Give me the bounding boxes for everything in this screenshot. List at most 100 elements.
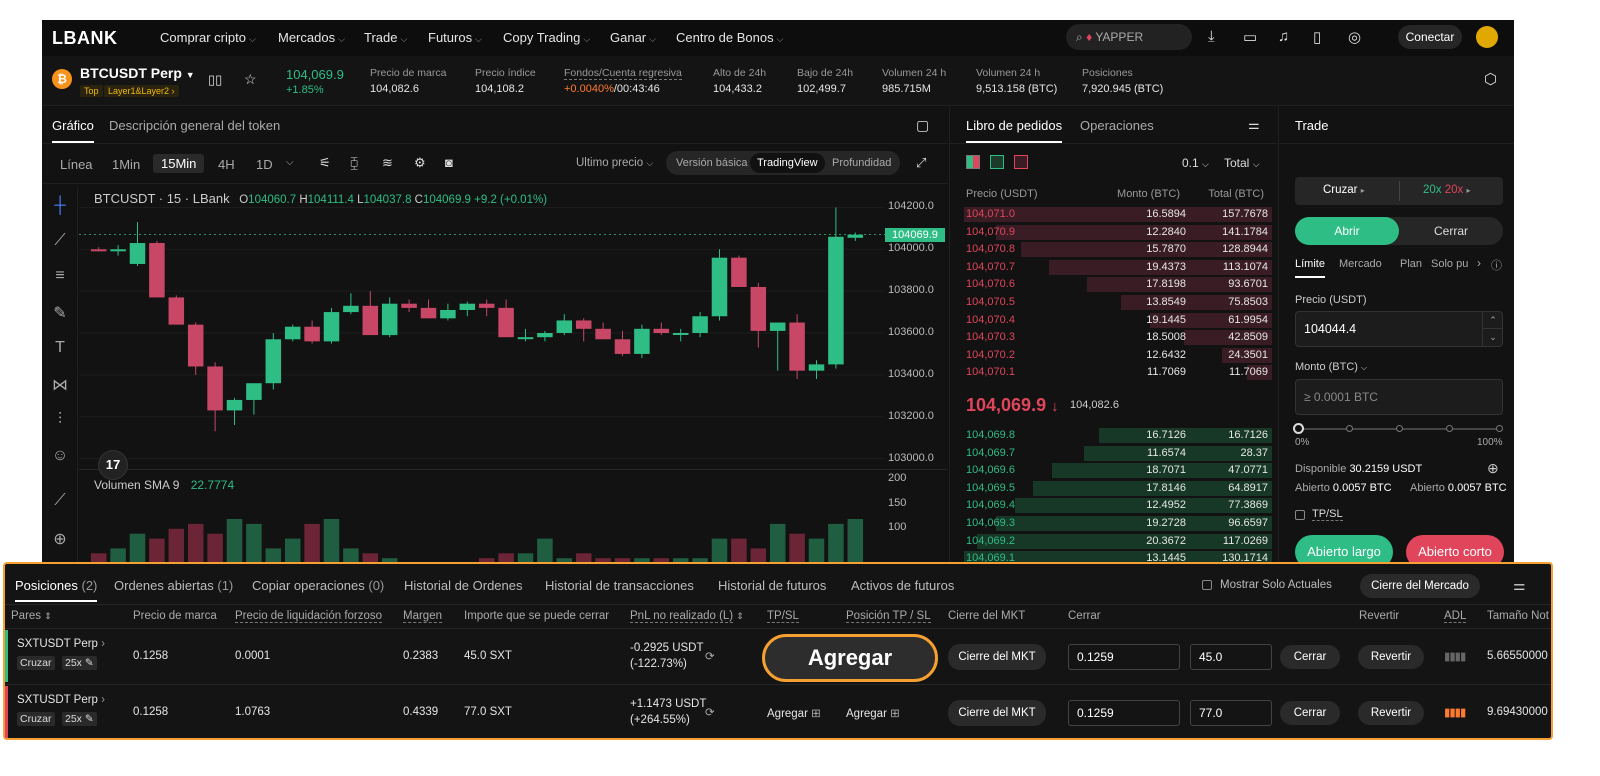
share-icon[interactable]: ⟳: [705, 649, 715, 663]
candle[interactable]: [634, 328, 650, 354]
bell-icon[interactable]: ♫: [1278, 28, 1289, 45]
brush-icon[interactable]: ✎: [50, 303, 70, 323]
stat-label[interactable]: Fondos/Cuenta regresiva: [564, 67, 682, 80]
agregar-callout[interactable]: Agregar: [762, 634, 938, 682]
tab-historial-transacciones[interactable]: Historial de transacciones: [545, 578, 694, 593]
candle[interactable]: [207, 366, 223, 411]
candle[interactable]: [672, 333, 689, 335]
candle[interactable]: [828, 236, 844, 365]
ask-row[interactable]: 104,070.3 18.5008 42.8509: [958, 329, 1272, 346]
tf-1min[interactable]: 1Min: [112, 157, 140, 172]
globe-icon[interactable]: ◎: [1348, 28, 1361, 46]
mode-tradingview[interactable]: TradingView: [750, 153, 825, 173]
candle[interactable]: [731, 257, 747, 287]
filter-settings-icon[interactable]: ⚌: [1513, 577, 1526, 594]
row-pair[interactable]: SXTUSDT Perp ›: [17, 638, 105, 650]
bid-row[interactable]: 104,069.4 12.4952 77.3869: [958, 497, 1272, 514]
price-down-icon[interactable]: ⌄: [1482, 329, 1503, 346]
ordertype-post-only[interactable]: Solo pu: [1431, 258, 1475, 270]
candle-type-icon[interactable]: ⧮: [350, 155, 358, 171]
slider-stop[interactable]: [1496, 425, 1503, 432]
avatar[interactable]: [1476, 26, 1498, 48]
ordertype-market[interactable]: Mercado: [1339, 258, 1382, 270]
star-icon[interactable]: ☆: [244, 71, 257, 88]
slider-stop[interactable]: [1346, 425, 1353, 432]
tf-15min[interactable]: 15Min: [153, 154, 205, 173]
chevron-right-icon[interactable]: ›: [1477, 256, 1481, 270]
ask-row[interactable]: 104,070.5 13.8549 75.8503: [958, 294, 1272, 311]
indicator-icon[interactable]: ⚟: [319, 155, 331, 171]
precision-select[interactable]: 0.1 ⌵: [1182, 156, 1209, 170]
total-select[interactable]: Total ⌵: [1224, 156, 1260, 170]
measure-lines-icon[interactable]: ⫶: [50, 411, 70, 429]
nav-ganar[interactable]: Ganar ⌵: [610, 30, 656, 45]
candle[interactable]: [847, 234, 864, 238]
book-icon[interactable]: ▯▯: [208, 72, 222, 88]
nav-centro-bonos[interactable]: Centro de Bonos ⌵: [676, 30, 783, 45]
ask-row[interactable]: 104,070.2 12.6432 24.3501: [958, 347, 1272, 364]
candle[interactable]: [401, 303, 417, 308]
price-up-icon[interactable]: ⌃: [1482, 312, 1503, 329]
pattern-icon[interactable]: ⋈: [50, 375, 70, 395]
row-market-close-button[interactable]: Cierre del MKT: [948, 644, 1046, 670]
tf-linea[interactable]: Línea: [60, 157, 93, 172]
leverage-button[interactable]: 20x 20x ▸: [1423, 184, 1471, 196]
search-input[interactable]: ⌕ ♦ YAPPER: [1066, 24, 1192, 50]
tab-historial-futuros[interactable]: Historial de futuros: [718, 578, 826, 593]
row-close-qty-input[interactable]: 45.0: [1190, 644, 1272, 670]
nav-mercados[interactable]: Mercados ⌵: [278, 30, 345, 45]
mode-basic[interactable]: Versión básica: [676, 157, 748, 169]
ask-row[interactable]: 104,070.4 19.1445 61.9954: [958, 312, 1272, 329]
tf-1d[interactable]: 1D: [256, 157, 273, 172]
candle[interactable]: [692, 316, 708, 333]
candle[interactable]: [168, 297, 185, 325]
view-both-icon[interactable]: [966, 155, 980, 169]
ask-row[interactable]: 104,070.1 11.7069 11.7069: [958, 364, 1272, 381]
row-close-price-input[interactable]: 0.1259: [1068, 644, 1180, 670]
slider-handle[interactable]: [1293, 423, 1304, 434]
row-close-qty-input[interactable]: 77.0: [1190, 700, 1272, 726]
row-margin-mode[interactable]: Cruzar: [17, 656, 55, 670]
share-icon[interactable]: ⟳: [705, 705, 715, 719]
tab-operaciones[interactable]: Operaciones: [1080, 118, 1154, 133]
row-close-price-input[interactable]: 0.1259: [1068, 700, 1180, 726]
candle[interactable]: [769, 322, 786, 331]
row-leverage[interactable]: 25x ✎: [62, 656, 97, 670]
row-revert-button[interactable]: Revertir: [1358, 645, 1424, 669]
nav-comprar[interactable]: Comprar cripto ⌵: [160, 30, 256, 45]
app-download-icon[interactable]: ▯: [1313, 28, 1321, 46]
bid-row[interactable]: 104,069.3 19.2728 96.6597: [958, 515, 1272, 532]
connect-button[interactable]: Conectar: [1398, 25, 1462, 49]
candle[interactable]: [808, 364, 825, 371]
candle[interactable]: [246, 383, 262, 400]
market-close-all-button[interactable]: Cierre del Mercado: [1360, 574, 1480, 598]
candle[interactable]: [323, 312, 340, 342]
open-tab[interactable]: Abrir: [1295, 217, 1399, 245]
hlines-icon[interactable]: ≡: [50, 267, 70, 285]
tab-copiar-operaciones[interactable]: Copiar operaciones (0): [252, 578, 384, 593]
wallet-icon[interactable]: ▭: [1243, 28, 1257, 46]
candle[interactable]: [381, 303, 398, 336]
bid-row[interactable]: 104,069.6 18.7071 47.0771: [958, 462, 1272, 479]
emoji-icon[interactable]: ☺: [50, 447, 70, 465]
bid-row[interactable]: 104,069.8 16.7126 16.7126: [958, 427, 1272, 444]
row-revert-button[interactable]: Revertir: [1358, 701, 1424, 725]
trendline-icon[interactable]: ⟋: [50, 232, 70, 250]
nav-copy-trading[interactable]: Copy Trading ⌵: [503, 30, 590, 45]
candle[interactable]: [149, 243, 165, 298]
ask-row[interactable]: 104,070.9 12.2840 141.1784: [958, 224, 1272, 241]
view-asks-icon[interactable]: [1014, 155, 1028, 169]
tab-historial-ordenes[interactable]: Historial de Ordenes: [404, 578, 523, 593]
view-bids-icon[interactable]: [990, 155, 1004, 169]
candle[interactable]: [595, 328, 611, 340]
candle[interactable]: [362, 305, 379, 336]
candle[interactable]: [90, 249, 107, 252]
tab-descripcion[interactable]: Descripción general del token: [109, 118, 280, 133]
candle[interactable]: [750, 286, 767, 331]
row-close-button[interactable]: Cerrar: [1280, 701, 1340, 725]
row-close-button[interactable]: Cerrar: [1280, 645, 1340, 669]
th-pares[interactable]: Pares ⇕: [11, 610, 52, 622]
tab-grafico[interactable]: Gráfico: [52, 118, 94, 143]
text-icon[interactable]: T: [50, 339, 70, 357]
amount-input[interactable]: ≥ 0.0001 BTC: [1295, 379, 1503, 415]
